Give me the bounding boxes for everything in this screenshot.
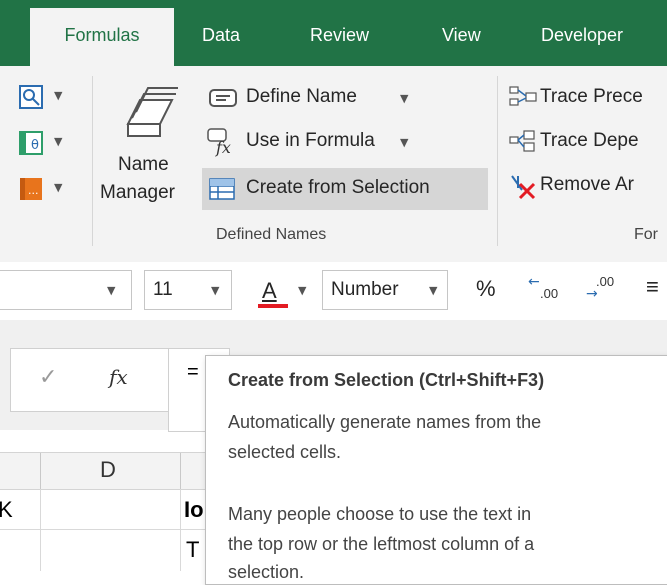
increase-decimal-icon: ← [528,274,540,290]
decrease-decimal-icon: → [586,286,598,302]
formula-bar-controls: ✓ fx [10,348,192,412]
chevron-down-icon: ▼ [400,92,409,105]
define-name-button[interactable]: Define Name ▼ [204,82,414,116]
tooltip-description-line: Automatically generate names from the [228,412,542,432]
increase-decimal-label: .00 [540,286,559,301]
group-separator [497,76,498,246]
tab-review[interactable]: Review [310,8,369,66]
define-name-label: Define Name [246,86,357,107]
enter-check-icon[interactable]: ✓ [39,365,57,390]
tooltip-description-line: selection. [228,562,305,582]
font-size-value: 11 [153,279,173,300]
chevron-down-icon: ▼ [54,181,63,194]
create-from-selection-tooltip: Create from Selection (Ctrl+Shift+F3) Au… [205,355,667,585]
home-format-toolbar: ▼ 11 ▼ A ▼ Number ▼ % ← .00 .00 → ≡ [0,262,667,320]
use-in-formula-button[interactable]: fx Use in Formula ▼ [204,126,414,160]
column-divider [40,453,41,489]
trace-precedents-icon [509,86,537,106]
math-trig-function-button[interactable]: θ ▼ [18,130,70,160]
tooltip-description-line: selected cells. [228,442,342,462]
font-color-letter: A [262,278,277,303]
name-manager-icon [126,87,178,137]
use-in-formula-label: Use in Formula [246,130,375,151]
tab-view[interactable]: View [442,8,481,66]
chevron-down-icon[interactable]: ▼ [429,284,437,297]
lookup-icon [19,85,43,109]
formula-auditing-group-label: For [634,226,658,243]
create-from-selection-button[interactable]: Create from Selection [202,168,488,210]
formula-text: = [187,361,199,383]
trace-dependents-button[interactable]: Trace Depe [508,126,667,160]
tab-developer[interactable]: Developer [541,8,623,66]
cell-t[interactable]: T [186,537,199,563]
more-functions-button[interactable]: ... ▼ [18,176,70,206]
remove-arrows-icon [511,175,536,200]
decrease-decimal-button[interactable]: .00 → [586,274,622,308]
ribbon-tab-bar: Formulas Data Review View Developer [0,0,667,66]
tooltip-description-line: Many people choose to use the text in [228,504,532,524]
name-manager-label-line1: Name [118,154,169,175]
name-manager-button[interactable]: Name Manager [100,78,196,218]
gridline [40,489,41,571]
trace-precedents-button[interactable]: Trace Prece [508,82,667,116]
name-manager-label-line2: Manager [100,182,175,203]
ribbon-panel: ▼ θ ▼ ... ▼ Name Manager Define Name ▼ f… [0,66,667,263]
trace-dependents-label: Trace Depe [540,130,639,151]
tab-formulas[interactable]: Formulas [30,8,174,66]
remove-arrows-button[interactable]: Remove Ar [508,170,667,204]
font-name-combo[interactable]: ▼ [0,270,132,310]
trace-dependents-icon [509,130,535,152]
increase-decimal-button[interactable]: ← .00 [528,274,564,308]
group-separator [92,76,93,246]
font-color-button[interactable]: A ▼ [254,272,314,310]
defined-names-group-label: Defined Names [216,226,327,243]
chevron-down-icon: ▼ [54,89,63,102]
insert-function-icon[interactable]: fx [109,365,128,389]
math-trig-icon: θ [19,131,43,155]
font-size-combo[interactable]: 11 ▼ [144,270,232,310]
chevron-down-icon: ▼ [400,136,409,149]
more-functions-icon: ... [20,178,42,200]
trace-precedents-label: Trace Prece [540,86,643,107]
tab-data[interactable]: Data [202,8,240,66]
column-divider [180,453,181,489]
chevron-down-icon[interactable]: ▼ [211,284,219,297]
chevron-down-icon[interactable]: ▼ [107,284,115,297]
tooltip-description-line: the top row or the leftmost column of a [228,534,535,554]
remove-arrows-label: Remove Ar [540,174,634,195]
chevron-down-icon: ▼ [298,284,307,297]
svg-text:θ: θ [31,138,39,153]
cell-k[interactable]: K [0,497,13,523]
decrease-decimal-label: .00 [596,274,615,289]
tooltip-title: Create from Selection (Ctrl+Shift+F3) [228,370,545,390]
cell-lo[interactable]: Io [184,497,204,523]
use-in-formula-icon: fx [207,128,231,157]
svg-text:...: ... [28,184,39,197]
chevron-down-icon: ▼ [54,135,63,148]
create-from-selection-icon [209,178,235,200]
font-color-bar [258,304,288,308]
number-format-combo[interactable]: Number ▼ [322,270,448,310]
number-format-value: Number [331,279,399,300]
create-from-selection-label: Create from Selection [246,177,430,198]
define-name-icon [209,89,237,107]
gridline [180,489,181,571]
column-header-d[interactable]: D [100,457,116,483]
lookup-function-button[interactable]: ▼ [18,84,70,114]
svg-text:fx: fx [215,138,231,157]
align-icon[interactable]: ≡ [646,274,659,300]
percent-style-button[interactable]: % [476,276,496,302]
